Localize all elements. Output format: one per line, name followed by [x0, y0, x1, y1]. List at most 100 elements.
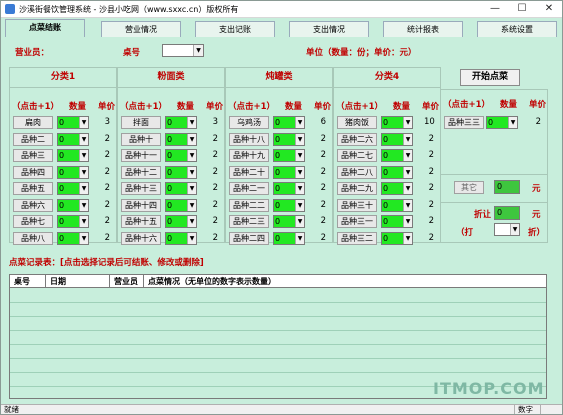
price-header: 单价: [98, 102, 116, 112]
qty-select[interactable]: 0 ▼: [273, 116, 305, 129]
item-button[interactable]: 品种十三: [121, 182, 161, 195]
qty-select[interactable]: 0 ▼: [57, 132, 89, 146]
qty-select[interactable]: 0 ▼: [165, 215, 197, 228]
col-clerk[interactable]: 营业员: [110, 275, 144, 288]
item-button[interactable]: 品种二四: [229, 231, 269, 245]
item-button[interactable]: 品种二八: [337, 165, 377, 179]
item-button[interactable]: 品种二三: [229, 215, 269, 228]
qty-select[interactable]: 0 ▼: [381, 116, 413, 129]
start-order-button[interactable]: 开始点菜: [460, 69, 520, 86]
minimize-button[interactable]: —: [484, 2, 506, 16]
qty-select[interactable]: 0 ▼: [165, 132, 197, 146]
row-line: [10, 358, 546, 359]
qty-select[interactable]: 0 ▼: [57, 231, 89, 245]
qty-select[interactable]: 0 ▼: [165, 149, 197, 162]
item-button[interactable]: 品种三一: [337, 215, 377, 228]
qty-select[interactable]: 0 ▼: [381, 149, 413, 162]
qty-select[interactable]: 0 ▼: [381, 165, 413, 179]
item-button[interactable]: 猪肉饭: [337, 116, 377, 129]
item-button[interactable]: 品种十: [121, 132, 161, 146]
tab-settings[interactable]: 系统设置: [477, 21, 557, 37]
item-button[interactable]: 品种十一: [121, 149, 161, 162]
qty-value: 0: [274, 183, 296, 194]
qty-select[interactable]: 0 ▼: [381, 231, 413, 245]
qty-value: 0: [274, 150, 296, 161]
tab-expense-status[interactable]: 支出情况: [289, 21, 369, 37]
item-button[interactable]: 拌面: [121, 116, 161, 129]
qty-header: 数量: [69, 102, 87, 112]
close-button[interactable]: ✕: [538, 2, 560, 16]
item-price: 6: [320, 117, 326, 127]
item-price: 2: [320, 232, 326, 243]
extra-panel: （点击+1） 数量 单价 品种三三 0 ▼ 2 其它 0 元 折让 0 元 （打 …: [440, 89, 548, 243]
qty-select[interactable]: 0 ▼: [273, 215, 305, 228]
item-button[interactable]: 品种三: [13, 149, 53, 162]
other-button[interactable]: 其它: [454, 181, 484, 194]
item-button[interactable]: 品种二六: [337, 132, 377, 146]
qty-select[interactable]: 0 ▼: [165, 182, 197, 195]
chevron-down-icon: ▼: [508, 117, 517, 128]
qty-select[interactable]: 0 ▼: [273, 165, 305, 179]
item-button[interactable]: 品种二十: [229, 165, 269, 179]
qty-select[interactable]: 0 ▼: [273, 198, 305, 212]
item-price: 2: [535, 117, 541, 127]
col-table-no[interactable]: 桌号: [10, 275, 46, 288]
qty-select[interactable]: 0 ▼: [381, 215, 413, 228]
qty-select[interactable]: 0 ▼: [57, 182, 89, 195]
qty-header: 数量: [393, 102, 411, 112]
tab-business[interactable]: 营业情况: [101, 21, 181, 37]
qty-select[interactable]: 0 ▼: [165, 198, 197, 212]
tab-statistics[interactable]: 统计报表: [383, 21, 463, 37]
chevron-down-icon: ▼: [295, 183, 304, 194]
qty-select[interactable]: 0 ▼: [381, 182, 413, 195]
item-button[interactable]: 品种八: [13, 231, 53, 245]
qty-select[interactable]: 0 ▼: [57, 198, 89, 212]
resize-grip-icon[interactable]: [540, 405, 562, 414]
item-button[interactable]: 扁肉: [13, 116, 53, 129]
qty-select[interactable]: 0 ▼: [165, 116, 197, 129]
item-button[interactable]: 品种十九: [229, 149, 269, 162]
qty-select[interactable]: 0 ▼: [486, 116, 518, 129]
qty-select[interactable]: 0 ▼: [273, 132, 305, 146]
item-button[interactable]: 品种二: [13, 132, 53, 146]
discount-rate-select[interactable]: ▼: [494, 223, 520, 236]
item-button[interactable]: 品种十二: [121, 165, 161, 179]
col-date[interactable]: 日期: [46, 275, 110, 288]
item-button[interactable]: 品种七: [13, 215, 53, 228]
qty-select[interactable]: 0 ▼: [273, 231, 305, 245]
qty-select[interactable]: 0 ▼: [57, 116, 89, 129]
item-price: 2: [320, 150, 326, 160]
item-button[interactable]: 品种二一: [229, 182, 269, 195]
item-button[interactable]: 品种六: [13, 198, 53, 212]
click-header: （点击+1）: [336, 102, 384, 112]
item-button[interactable]: 品种二七: [337, 149, 377, 162]
item-button[interactable]: 品种二九: [337, 182, 377, 195]
item-button[interactable]: 品种五: [13, 182, 53, 195]
table-select[interactable]: ▼: [162, 44, 204, 57]
item-button[interactable]: 品种二二: [229, 198, 269, 212]
item-button[interactable]: 品种三三: [444, 116, 484, 129]
item-button[interactable]: 乌鸡汤: [229, 116, 269, 129]
col-order-detail[interactable]: 点菜情况（无单位的数字表示数量）: [144, 275, 546, 288]
item-button[interactable]: 品种十六: [121, 231, 161, 245]
qty-select[interactable]: 0 ▼: [57, 215, 89, 228]
qty-select[interactable]: 0 ▼: [57, 149, 89, 162]
item-button[interactable]: 品种四: [13, 165, 53, 179]
qty-select[interactable]: 0 ▼: [165, 231, 197, 245]
item-button[interactable]: 品种十八: [229, 132, 269, 146]
maximize-button[interactable]: ☐: [511, 2, 533, 16]
tab-expense-record[interactable]: 支出记账: [195, 21, 275, 37]
item-button[interactable]: 品种十五: [121, 215, 161, 228]
qty-select[interactable]: 0 ▼: [273, 149, 305, 162]
qty-select[interactable]: 0 ▼: [273, 182, 305, 195]
item-button[interactable]: 品种三十: [337, 198, 377, 212]
item-button[interactable]: 品种十四: [121, 198, 161, 212]
discount-input[interactable]: 0: [494, 206, 520, 220]
item-button[interactable]: 品种三二: [337, 231, 377, 245]
qty-select[interactable]: 0 ▼: [381, 198, 413, 212]
tab-order-checkout[interactable]: 点菜结账: [5, 19, 85, 37]
qty-select[interactable]: 0 ▼: [57, 165, 89, 179]
qty-select[interactable]: 0 ▼: [381, 132, 413, 146]
qty-select[interactable]: 0 ▼: [165, 165, 197, 179]
other-value-input[interactable]: 0: [494, 180, 520, 194]
